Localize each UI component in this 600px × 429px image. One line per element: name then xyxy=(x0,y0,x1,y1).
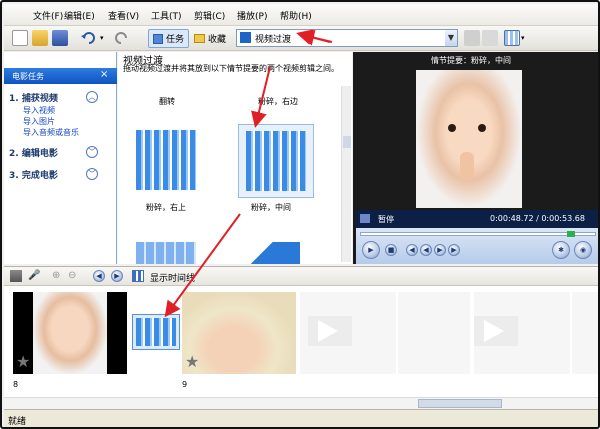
annotation-arrows xyxy=(164,29,333,318)
arrow-to-storyboard xyxy=(164,213,241,318)
arrow-to-transition xyxy=(251,66,271,128)
arrow-to-combo xyxy=(296,29,331,45)
app-window: 文件(F) 编辑(E) 查看(V) 工具(T) 剪辑(C) 播放(P) 帮助(H… xyxy=(0,0,600,429)
